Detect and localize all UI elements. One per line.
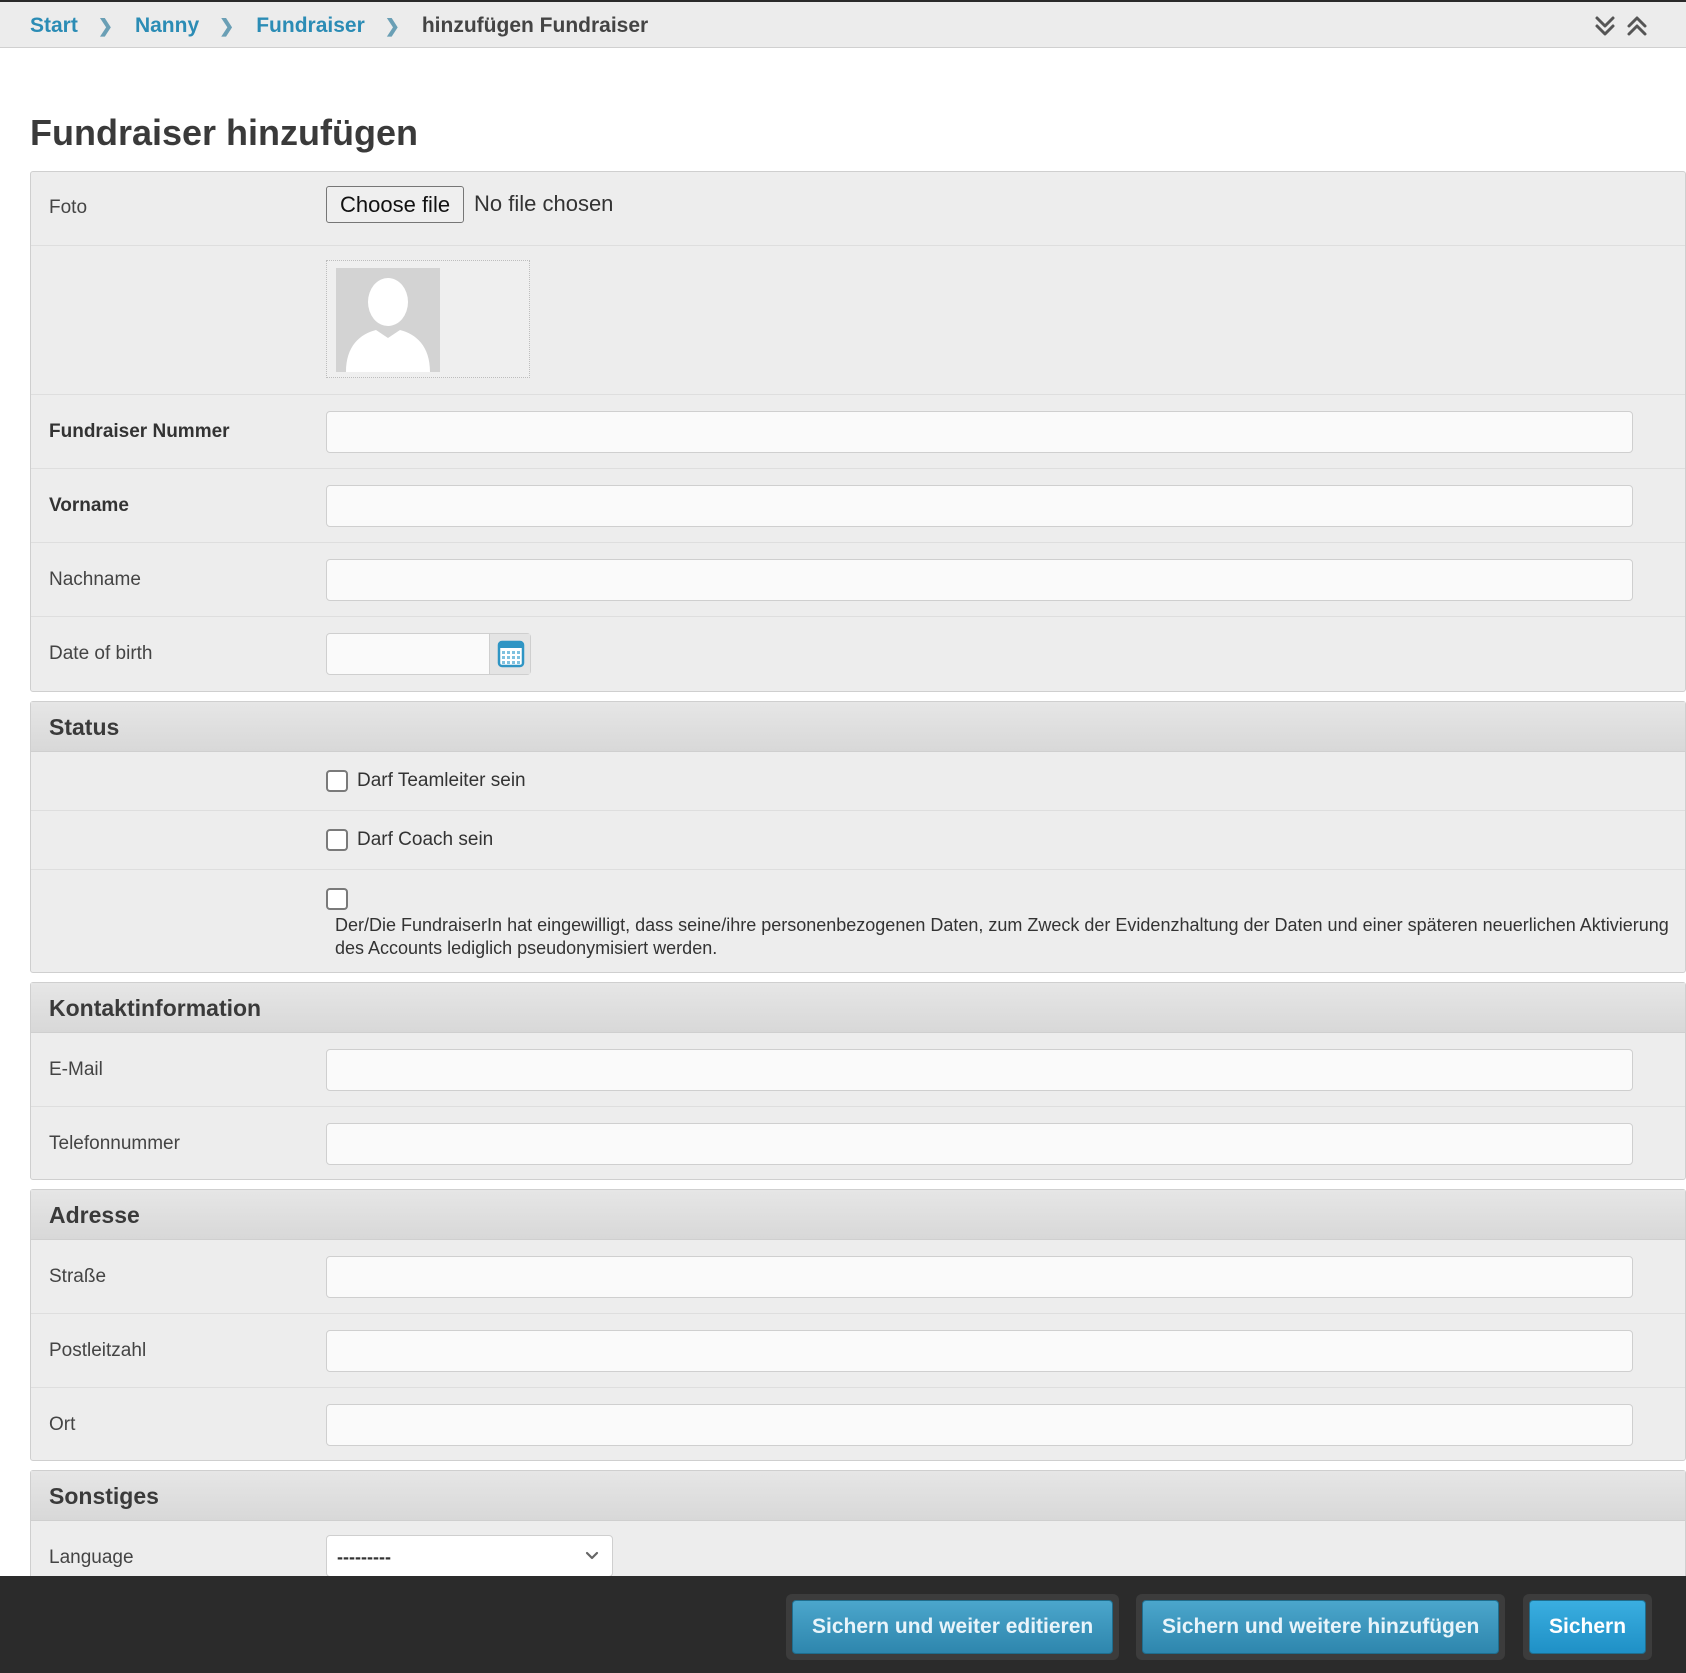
consent-row: Der/Die FundraiserIn hat eingewilligt, d… — [31, 870, 1685, 972]
foto-label: Foto — [49, 197, 88, 218]
fundraiser-nummer-label: Fundraiser Nummer — [49, 421, 230, 442]
strasse-label: Straße — [49, 1266, 107, 1287]
teamleiter-label[interactable]: Darf Teamleiter sein — [357, 770, 526, 792]
save-and-add-another-button[interactable]: Sichern und weitere hinzufügen — [1142, 1600, 1500, 1654]
breadcrumb-start-link[interactable]: Start — [30, 14, 78, 38]
telefon-row: Telefonnummer — [31, 1107, 1685, 1179]
save-button[interactable]: Sichern — [1529, 1600, 1647, 1654]
coach-row: Darf Coach sein — [31, 811, 1685, 870]
fundraiser-nummer-row: Fundraiser Nummer — [31, 395, 1685, 469]
plz-input[interactable] — [326, 1330, 1633, 1372]
teamleiter-checkbox[interactable] — [326, 770, 348, 792]
choose-file-button[interactable]: Choose file — [326, 186, 465, 223]
status-heading: Status — [31, 702, 1685, 752]
ort-input[interactable] — [326, 1404, 1633, 1446]
telefon-label: Telefonnummer — [49, 1133, 180, 1154]
breadcrumb-bar: Start ❯ Nanny ❯ Fundraiser ❯ hinzufügen … — [0, 0, 1686, 48]
plz-row: Postleitzahl — [31, 1314, 1685, 1388]
email-label: E-Mail — [49, 1059, 103, 1080]
page-title: Fundraiser hinzufügen — [30, 112, 419, 153]
foto-row: Foto Choose file No file chosen — [31, 172, 1685, 246]
chevron-down-icon — [584, 1548, 600, 1569]
strasse-row: Straße — [31, 1240, 1685, 1314]
calendar-icon — [497, 640, 525, 668]
consent-checkbox[interactable] — [326, 888, 348, 910]
save-add-another-wrap: Sichern und weitere hinzufügen — [1136, 1594, 1506, 1660]
save-wrap: Sichern — [1523, 1594, 1653, 1660]
date-of-birth-input[interactable] — [327, 634, 489, 674]
avatar-placeholder-icon — [336, 268, 440, 372]
submit-row: Sichern und weiter editieren Sichern und… — [0, 1576, 1686, 1673]
status-fieldset: Status Darf Teamleiter sein Darf Coach s… — [30, 701, 1686, 973]
plz-label: Postleitzahl — [49, 1340, 147, 1361]
chevron-right-icon: ❯ — [384, 15, 400, 36]
kontakt-heading: Kontaktinformation — [31, 983, 1685, 1033]
kontakt-fieldset: Kontaktinformation E-Mail Telefonnummer — [30, 982, 1686, 1180]
date-of-birth-field — [326, 633, 531, 675]
telefon-input[interactable] — [326, 1123, 1633, 1165]
sonstiges-heading: Sonstiges — [31, 1471, 1685, 1521]
photo-preview-row — [31, 246, 1685, 395]
vorname-label: Vorname — [49, 495, 129, 516]
email-input[interactable] — [326, 1049, 1633, 1091]
vorname-input[interactable] — [326, 485, 1633, 527]
main-fieldset: Foto Choose file No file chosen Fundrais… — [30, 171, 1686, 692]
adresse-fieldset: Adresse Straße Postleitzahl Ort — [30, 1189, 1686, 1461]
chevron-right-icon: ❯ — [219, 15, 235, 36]
save-continue-wrap: Sichern und weiter editieren — [786, 1594, 1120, 1660]
date-of-birth-row: Date of birth — [31, 617, 1685, 691]
ort-row: Ort — [31, 1388, 1685, 1460]
strasse-input[interactable] — [326, 1256, 1633, 1298]
no-file-chosen-text: No file chosen — [474, 191, 614, 216]
breadcrumb-nanny-link[interactable]: Nanny — [135, 14, 199, 38]
email-row: E-Mail — [31, 1033, 1685, 1107]
photo-preview — [326, 260, 530, 378]
breadcrumb: Start ❯ Nanny ❯ Fundraiser ❯ hinzufügen … — [30, 14, 648, 38]
teamleiter-row: Darf Teamleiter sein — [31, 752, 1685, 811]
language-select[interactable]: --------- — [326, 1535, 613, 1577]
expand-all-icon[interactable] — [1594, 14, 1616, 38]
adresse-heading: Adresse — [31, 1190, 1685, 1240]
nachname-row: Nachname — [31, 543, 1685, 617]
language-select-value: --------- — [337, 1547, 391, 1567]
breadcrumb-fundraiser-link[interactable]: Fundraiser — [256, 14, 365, 38]
ort-label: Ort — [49, 1414, 76, 1435]
save-and-continue-button[interactable]: Sichern und weiter editieren — [792, 1600, 1114, 1654]
date-of-birth-label: Date of birth — [49, 643, 153, 664]
fundraiser-nummer-input[interactable] — [326, 411, 1633, 453]
nachname-label: Nachname — [49, 569, 141, 590]
nachname-input[interactable] — [326, 559, 1633, 601]
coach-label[interactable]: Darf Coach sein — [357, 829, 493, 851]
language-label: Language — [49, 1547, 134, 1568]
consent-text: Der/Die FundraiserIn hat eingewilligt, d… — [335, 915, 1669, 958]
vorname-row: Vorname — [31, 469, 1685, 543]
coach-checkbox[interactable] — [326, 829, 348, 851]
collapse-all-icon[interactable] — [1626, 14, 1648, 38]
breadcrumb-current: hinzufügen Fundraiser — [421, 14, 649, 37]
calendar-button[interactable] — [489, 634, 530, 674]
chevron-right-icon: ❯ — [97, 15, 113, 36]
